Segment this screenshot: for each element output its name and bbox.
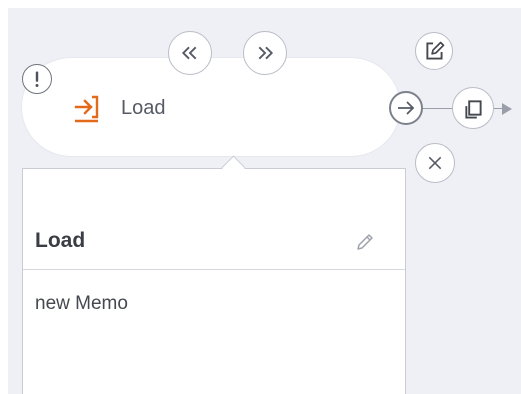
node-label: Load (121, 97, 166, 119)
edit-icon (426, 41, 445, 60)
previous-button[interactable] (168, 31, 212, 75)
connect-button[interactable] (389, 91, 423, 125)
pencil-icon (357, 234, 373, 250)
delete-button[interactable] (415, 143, 455, 183)
node-connector-line (421, 108, 456, 109)
node-detail-panel: Load new Memo (22, 168, 406, 394)
panel-divider (23, 269, 405, 270)
copy-icon (465, 100, 482, 119)
edit-title-button[interactable] (350, 227, 380, 257)
panel-title: Load (35, 229, 86, 252)
duplicate-button[interactable] (452, 87, 494, 129)
memo-text[interactable]: new Memo (35, 293, 128, 315)
double-chevron-right-icon (258, 46, 274, 60)
double-chevron-left-icon (181, 46, 197, 60)
connector-arrow-icon (502, 103, 512, 115)
next-button[interactable] (243, 31, 287, 75)
warning-icon (22, 64, 52, 94)
arrow-right-icon (398, 101, 415, 115)
close-icon (428, 156, 442, 170)
import-arrow-icon (72, 93, 102, 123)
edit-node-button[interactable] (415, 32, 453, 70)
